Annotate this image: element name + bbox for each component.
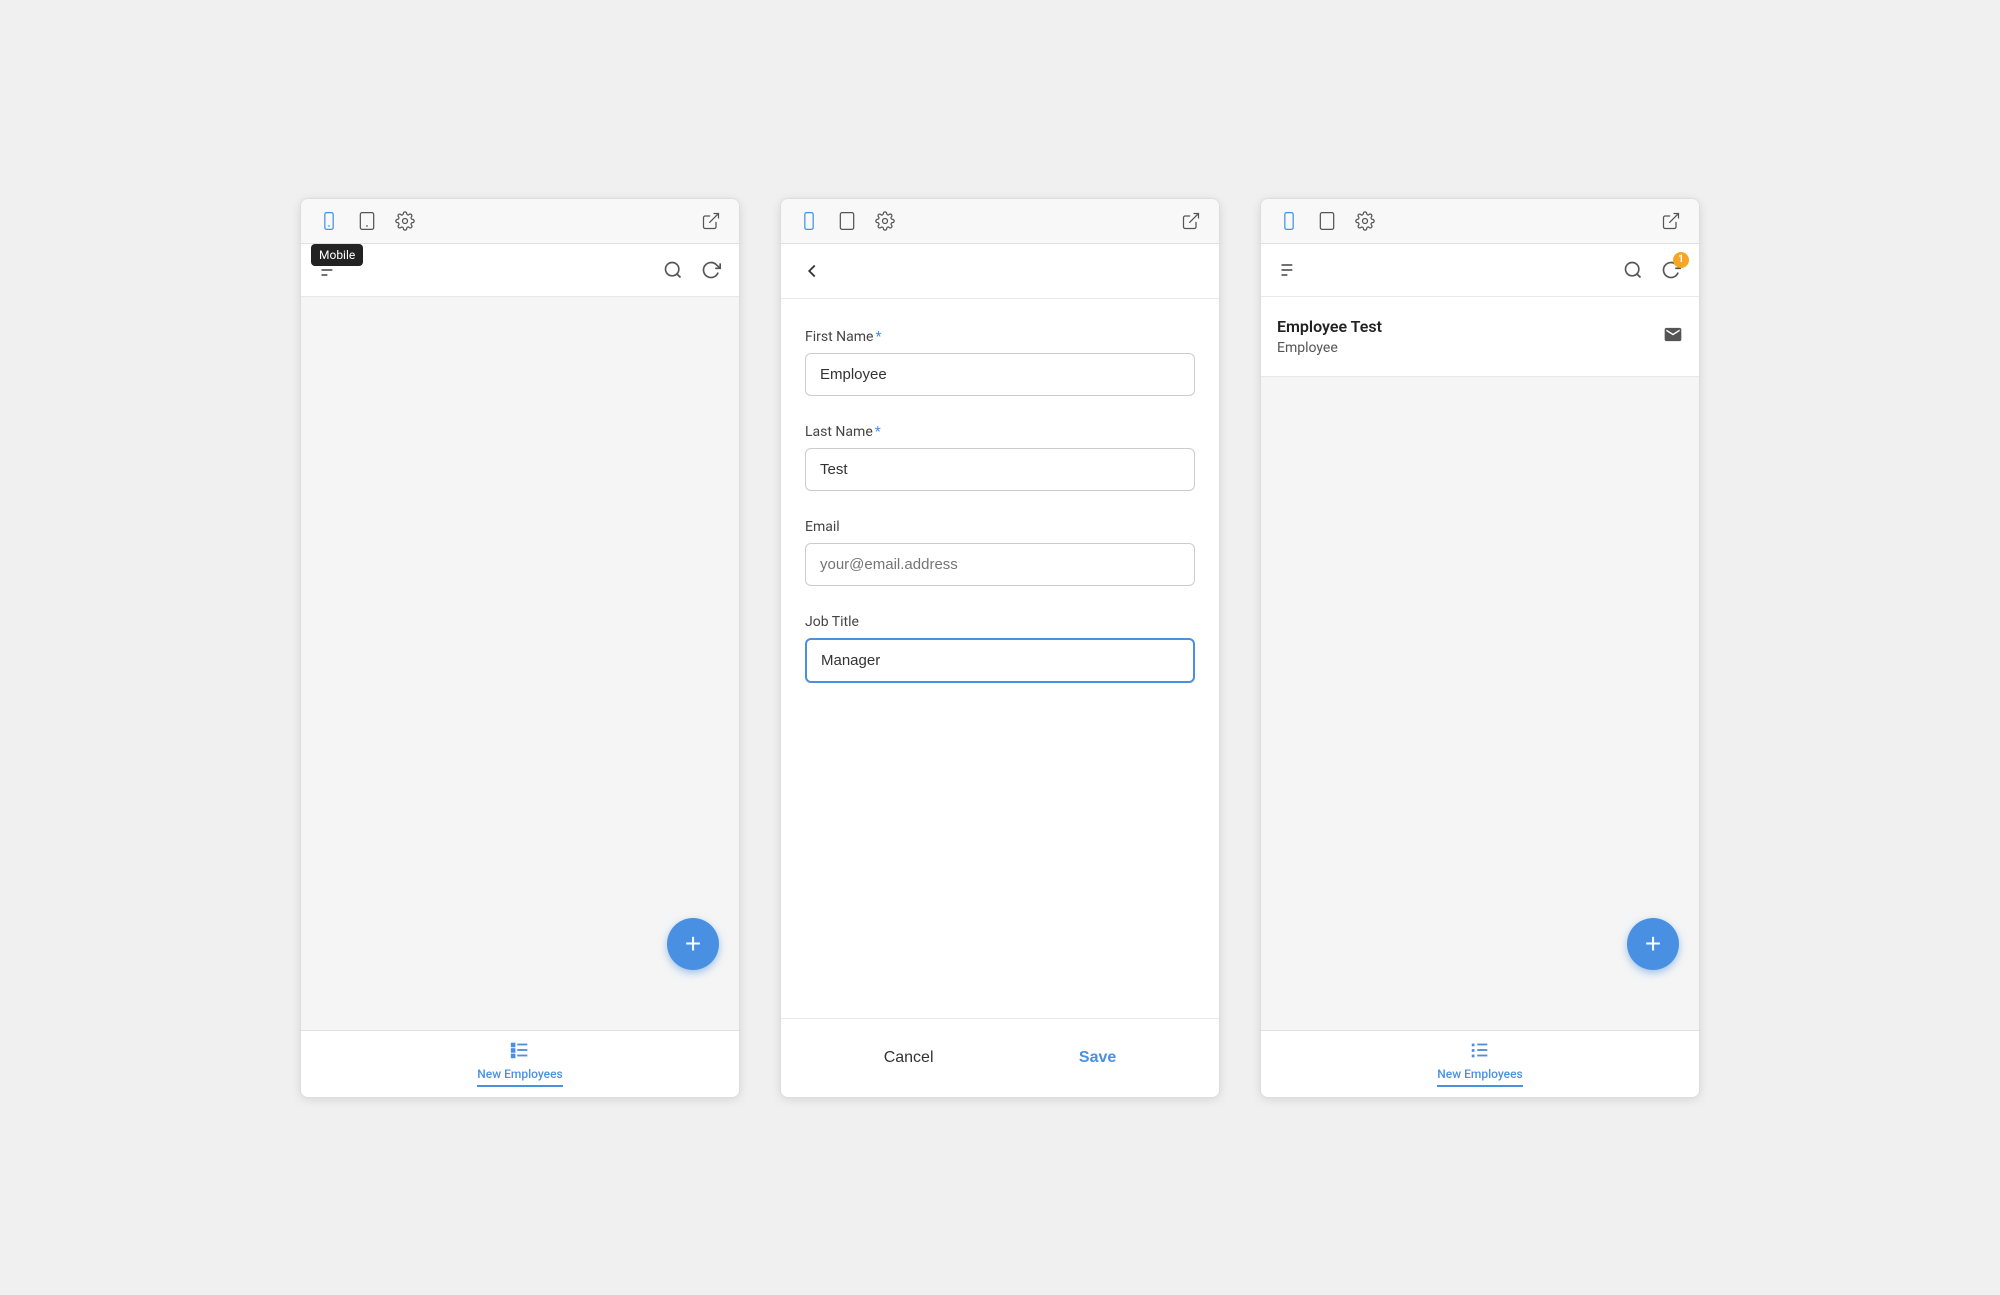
middle-external-link-icon[interactable] xyxy=(1179,209,1203,233)
tab-underline xyxy=(477,1085,562,1087)
job-title-group: Job Title xyxy=(805,614,1195,683)
right-phone-frame: 1 Employee Test Employee + New Employees xyxy=(1260,198,1700,1098)
job-title-input[interactable] xyxy=(805,638,1195,683)
right-toolbar xyxy=(1261,199,1699,244)
form-footer: Cancel Save xyxy=(781,1018,1219,1097)
settings-icon[interactable] xyxy=(393,209,417,233)
save-button[interactable]: Save xyxy=(1049,1039,1146,1077)
left-phone-frame: Mobile + New Employees xyxy=(300,198,740,1098)
first-name-group: First Name* xyxy=(805,329,1195,396)
employee-role: Employee xyxy=(1277,340,1683,356)
left-content-area: + xyxy=(301,297,739,1030)
left-toolbar-icons xyxy=(317,209,417,233)
right-header-right-icons: 1 xyxy=(1621,258,1683,282)
email-label: Email xyxy=(805,519,1195,535)
email-input[interactable] xyxy=(805,543,1195,586)
right-search-icon[interactable] xyxy=(1621,258,1645,282)
left-refresh-icon[interactable] xyxy=(699,258,723,282)
list-icon xyxy=(509,1039,531,1065)
right-tab-new-employees[interactable]: New Employees xyxy=(1437,1039,1522,1087)
left-tab-new-employees[interactable]: New Employees xyxy=(477,1039,562,1087)
right-external-link-icon[interactable] xyxy=(1659,209,1683,233)
mobile-tooltip: Mobile xyxy=(311,244,363,266)
employee-name: Employee Test xyxy=(1277,317,1683,336)
left-toolbar-right xyxy=(699,209,723,233)
right-refresh-wrapper: 1 xyxy=(1659,258,1683,282)
employee-card: Employee Test Employee xyxy=(1261,297,1699,377)
external-link-icon[interactable] xyxy=(699,209,723,233)
left-search-icon[interactable] xyxy=(661,258,685,282)
middle-form-panel: First Name* Last Name* Email Job Title C… xyxy=(780,198,1220,1098)
form-body: First Name* Last Name* Email Job Title xyxy=(781,299,1219,1018)
left-fab[interactable]: + xyxy=(667,918,719,970)
left-app-header xyxy=(301,244,739,297)
right-fab[interactable]: + xyxy=(1627,918,1679,970)
middle-toolbar xyxy=(781,199,1219,244)
tablet-icon[interactable] xyxy=(355,209,379,233)
first-name-label: First Name* xyxy=(805,329,1195,345)
right-settings-icon[interactable] xyxy=(1353,209,1377,233)
right-mobile-icon[interactable] xyxy=(1277,209,1301,233)
last-name-label: Last Name* xyxy=(805,424,1195,440)
back-button[interactable] xyxy=(801,260,823,282)
last-name-input[interactable] xyxy=(805,448,1195,491)
right-app-header: 1 xyxy=(1261,244,1699,297)
notification-badge: 1 xyxy=(1673,252,1689,268)
right-tab-label: New Employees xyxy=(1437,1067,1522,1081)
first-name-input[interactable] xyxy=(805,353,1195,396)
middle-toolbar-icons xyxy=(797,209,897,233)
middle-settings-icon[interactable] xyxy=(873,209,897,233)
left-header-right-icons xyxy=(661,258,723,282)
right-list-icon xyxy=(1469,1039,1491,1065)
cancel-button[interactable]: Cancel xyxy=(854,1039,964,1077)
form-header xyxy=(781,244,1219,299)
last-name-group: Last Name* xyxy=(805,424,1195,491)
middle-toolbar-right xyxy=(1179,209,1203,233)
middle-tablet-icon[interactable] xyxy=(835,209,859,233)
right-menu-icon[interactable] xyxy=(1277,258,1301,282)
email-group: Email xyxy=(805,519,1195,586)
right-tab-underline xyxy=(1437,1085,1522,1087)
job-title-label: Job Title xyxy=(805,614,1195,630)
middle-mobile-icon[interactable] xyxy=(797,209,821,233)
right-bottom-tab-bar: New Employees xyxy=(1261,1030,1699,1097)
email-button[interactable] xyxy=(1663,325,1683,348)
right-toolbar-icons xyxy=(1277,209,1377,233)
left-tab-label: New Employees xyxy=(477,1067,562,1081)
left-toolbar: Mobile xyxy=(301,199,739,244)
right-tablet-icon[interactable] xyxy=(1315,209,1339,233)
mobile-icon[interactable] xyxy=(317,209,341,233)
left-bottom-tab-bar: New Employees xyxy=(301,1030,739,1097)
right-content-area: + xyxy=(1261,377,1699,1030)
right-toolbar-right xyxy=(1659,209,1683,233)
